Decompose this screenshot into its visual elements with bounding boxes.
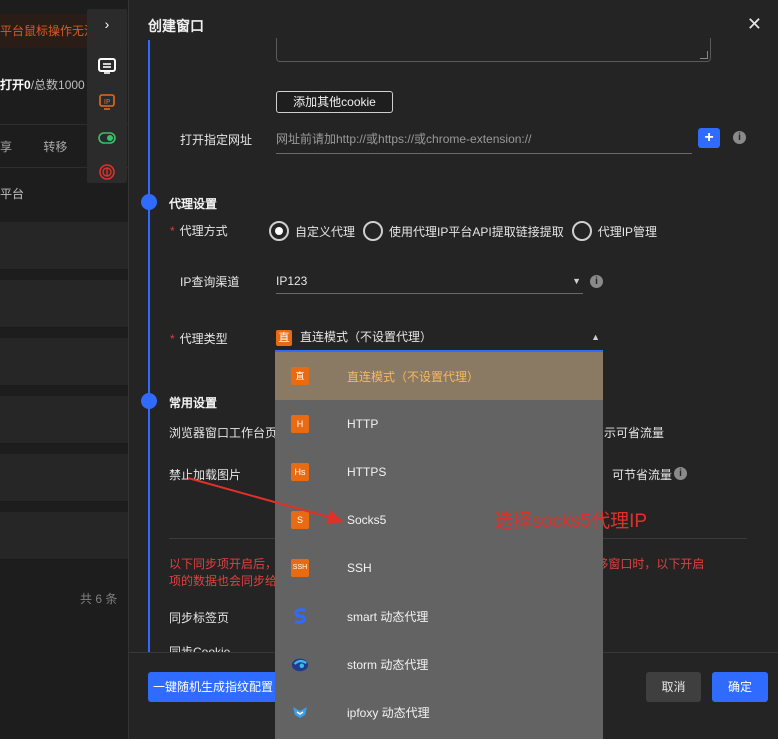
caret-down-icon: ▼ [572, 276, 581, 286]
timeline-dot-proxy [141, 194, 157, 210]
proxy-type-dropdown: 直 直连模式（不设置代理） H HTTP Hs HTTPS S Socks5 S… [275, 350, 603, 739]
radio-checked-icon [269, 221, 289, 241]
dropdown-option-direct[interactable]: 直 直连模式（不设置代理） [275, 352, 603, 400]
total-count: 共 6 条 [80, 592, 118, 606]
add-url-button[interactable]: + [698, 128, 720, 148]
dropdown-option-storm[interactable]: storm 动态代理 [275, 640, 603, 688]
proxy-type-value: 直连模式（不设置代理） [300, 330, 433, 344]
timeline-dot-common [141, 393, 157, 409]
close-icon[interactable]: ✕ [747, 14, 762, 35]
sync-cookie-label: 同步Cookie [169, 645, 231, 652]
workbench-label: 浏览器窗口工作台页 [169, 426, 278, 440]
radio-unchecked-icon [571, 221, 592, 241]
ipfoxy-icon [291, 703, 309, 721]
storm-icon [291, 655, 309, 673]
disable-images-label: 禁止加载图片 [169, 468, 242, 482]
resize-grip-icon[interactable] [700, 51, 708, 59]
fingerprint-icon[interactable] [96, 161, 118, 183]
stats-open: 打开0 [0, 78, 31, 92]
radio-api-extract[interactable]: 使用代理IP平台API提取链接提取 [363, 221, 564, 241]
info-icon[interactable]: i [590, 275, 603, 288]
table-row[interactable] [0, 512, 130, 560]
ip-channel-select[interactable]: IP123 ▼ [276, 270, 583, 294]
background-tab-transfer[interactable]: 转移 [43, 140, 67, 154]
side-icon-bar: › IP [87, 9, 127, 183]
cancel-button[interactable]: 取消 [646, 672, 701, 702]
dropdown-option-http[interactable]: H HTTP [275, 400, 603, 448]
radio-unchecked-icon [363, 221, 384, 241]
modal-title: 创建窗口 [148, 18, 204, 34]
random-fingerprint-button[interactable]: 一键随机生成指纹配置 [148, 672, 278, 702]
toggle-icon[interactable] [96, 127, 118, 149]
dropdown-option-ssh[interactable]: SSH SSH [275, 544, 603, 592]
stats-total: /总数1000 [30, 78, 85, 92]
proxy-mode-label: * 代理方式 [170, 224, 228, 238]
dropdown-option-ipfoxy[interactable]: ipfoxy 动态代理 [275, 688, 603, 736]
workbench-hint: 示可省流量 [604, 426, 665, 440]
table-row[interactable] [0, 222, 130, 270]
table-row[interactable] [0, 280, 130, 328]
background-tab-share[interactable]: 享 [0, 140, 12, 154]
chevron-right-icon[interactable]: › [96, 13, 118, 35]
open-url-label: 打开指定网址 [180, 133, 253, 147]
table-row[interactable] [0, 396, 130, 444]
cookie-textarea[interactable] [276, 38, 711, 62]
table-row[interactable] [0, 454, 130, 502]
common-section-title: 常用设置 [169, 396, 218, 410]
open-url-input[interactable]: 网址前请加http://或https://或chrome-extension:/… [276, 128, 692, 154]
add-cookie-button[interactable]: 添加其他cookie [276, 91, 393, 113]
smart-icon [291, 607, 309, 625]
ip-icon[interactable]: IP [96, 91, 118, 113]
proxy-type-select[interactable]: 直直连模式（不设置代理） ▲ [276, 326, 604, 350]
http-icon: H [291, 415, 309, 433]
radio-custom-proxy[interactable]: 自定义代理 [269, 221, 355, 241]
svg-text:IP: IP [104, 98, 110, 106]
direct-mode-badge: 直 [276, 329, 292, 346]
ssh-icon: SSH [291, 559, 309, 577]
disable-images-hint: 可节省流量 [612, 468, 673, 482]
open-url-placeholder: 网址前请加http://或https://或chrome-extension:/… [276, 132, 532, 146]
dropdown-option-https[interactable]: Hs HTTPS [275, 448, 603, 496]
sync-tabs-label: 同步标签页 [169, 611, 230, 625]
window-list-icon[interactable] [96, 55, 118, 77]
direct-mode-icon: 直 [291, 367, 309, 385]
table-row[interactable] [0, 338, 130, 386]
confirm-button[interactable]: 确定 [712, 672, 768, 702]
socks5-icon: S [291, 511, 309, 529]
timeline-line [148, 40, 150, 652]
radio-proxy-manage[interactable]: 代理IP管理 [571, 221, 657, 241]
caret-up-icon: ▲ [591, 332, 600, 342]
info-icon[interactable]: i [733, 131, 746, 144]
ip-channel-value: IP123 [276, 274, 308, 288]
ip-channel-label: IP查询渠道 [180, 275, 240, 289]
https-icon: Hs [291, 463, 309, 481]
proxy-mode-group: 自定义代理 使用代理IP平台API提取链接提取 代理IP管理 [269, 221, 665, 241]
proxy-type-label: * 代理类型 [170, 332, 228, 346]
proxy-section-title: 代理设置 [169, 197, 218, 211]
info-icon[interactable]: i [674, 467, 687, 480]
dropdown-option-smart[interactable]: smart 动态代理 [275, 592, 603, 640]
annotation-text: 选择socks5代理IP [494, 511, 648, 532]
